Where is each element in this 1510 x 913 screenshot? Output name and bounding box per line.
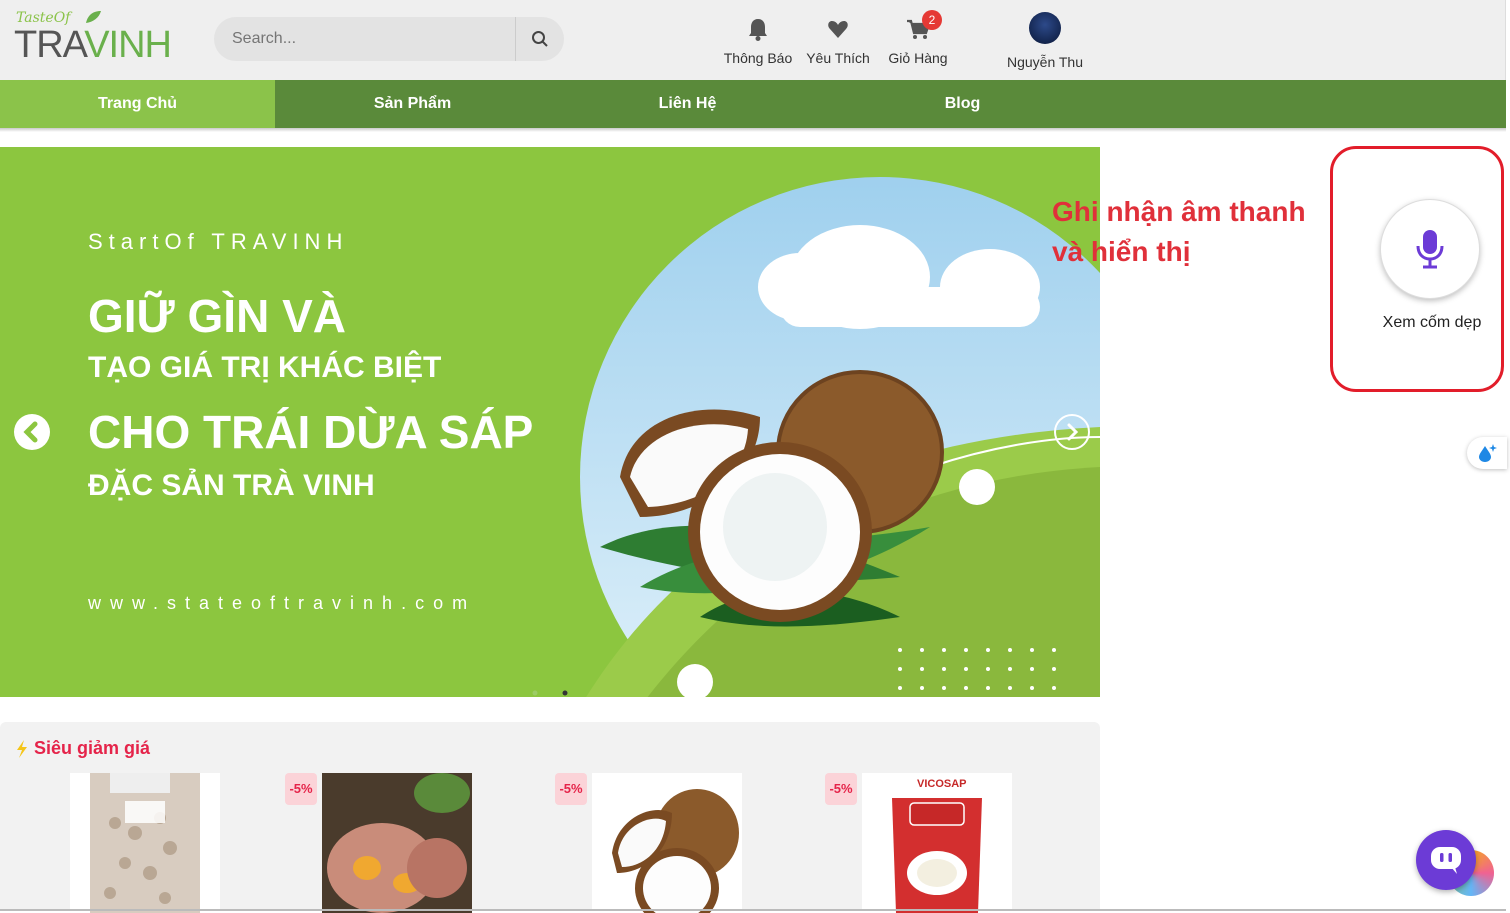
voice-search-button[interactable]: [1380, 199, 1480, 299]
flash-sale-section: Siêu giảm giá -5% -5% -5% VICOSAP: [0, 722, 1100, 913]
carousel-dots[interactable]: [530, 689, 570, 697]
banner-brand: StartOf TRAVINH: [88, 229, 349, 254]
logo-main-text: TRAVINH: [14, 24, 172, 67]
product-image-coconut: [592, 773, 742, 913]
chat-bubble-icon: [1431, 847, 1461, 874]
nav-item-contact[interactable]: Liên Hệ: [550, 80, 825, 128]
carousel-next-button[interactable]: [1054, 414, 1090, 450]
avatar: [1029, 12, 1061, 44]
chevron-right-icon: [1067, 423, 1079, 441]
side-widget-button[interactable]: [1467, 437, 1507, 469]
chevron-left-icon: [23, 421, 38, 443]
search-icon: [532, 31, 548, 47]
user-menu[interactable]: Nguyễn Thu: [1000, 12, 1090, 70]
annotation-line-2: và hiển thị: [1052, 236, 1191, 267]
carousel-prev-button[interactable]: [14, 414, 50, 450]
product-card[interactable]: VICOSAP: [862, 773, 1012, 913]
product-brand-text: VICOSAP: [917, 778, 967, 790]
notifications-button[interactable]: Thông Báo: [722, 16, 794, 66]
leaf-icon: [86, 11, 101, 23]
logo-tra: TRA: [14, 24, 85, 66]
product-image-com-dep: [90, 773, 200, 913]
voice-transcript: Xem cốm dẹp: [1382, 314, 1482, 331]
banner-heading-4: ĐẶC SẢN TRÀ VINH: [88, 469, 375, 502]
banner-heading-2: TẠO GIÁ TRỊ KHÁC BIỆT: [88, 351, 442, 384]
nav-shadow: [0, 128, 1506, 132]
lightning-icon: [17, 739, 27, 758]
user-name: Nguyễn Thu: [1006, 54, 1083, 70]
favorites-button[interactable]: Yêu Thích: [803, 16, 873, 66]
heart-icon: [828, 21, 848, 38]
logo-vinh: VINH: [84, 24, 172, 66]
cart-button[interactable]: 2 Giỏ Hàng: [884, 10, 952, 66]
site-header: TasteOf TRAVINH Thông Báo Yêu Thích 2 Gi…: [0, 0, 1506, 80]
site-logo[interactable]: TasteOf TRAVINH: [14, 10, 184, 66]
annotation-note: Ghi nhận âm thanh và hiển thị: [1052, 192, 1306, 272]
hero-banner: StartOf TRAVINH GIỮ GÌN VÀ TẠO GIÁ TRỊ K…: [0, 147, 1100, 697]
favorites-label: Yêu Thích: [806, 50, 870, 66]
bell-icon: [749, 19, 767, 41]
discount-badge: -5%: [825, 773, 857, 805]
product-card[interactable]: [322, 773, 472, 913]
water-drop-icon: [1479, 444, 1497, 462]
discount-badge: -5%: [555, 773, 587, 805]
product-image-vicosap: [862, 773, 1012, 913]
product-card[interactable]: [70, 773, 220, 913]
banner-heading-3: CHO TRÁI DỪA SÁP: [88, 406, 534, 458]
flash-sale-title: Siêu giảm giá: [16, 738, 150, 759]
nav-item-blog[interactable]: Blog: [825, 80, 1100, 128]
discount-badge: -5%: [285, 773, 317, 805]
cart-label: Giỏ Hàng: [888, 50, 948, 66]
banner-url: www.stateoftravinh.com: [88, 593, 477, 613]
annotation-line-1: Ghi nhận âm thanh: [1052, 196, 1306, 227]
product-card[interactable]: [592, 773, 742, 913]
search-button[interactable]: [516, 17, 564, 61]
search-input[interactable]: [214, 17, 514, 61]
search-bar: [214, 17, 564, 61]
notifications-label: Thông Báo: [723, 50, 793, 66]
nav-item-products[interactable]: Sản Phẩm: [275, 80, 550, 128]
chat-button[interactable]: [1416, 830, 1476, 890]
banner-heading-1: GIỮ GÌN VÀ: [88, 290, 346, 342]
nav-item-home[interactable]: Trang Chủ: [0, 80, 275, 128]
flash-sale-label: Siêu giảm giá: [34, 738, 151, 758]
cart-count-badge: 2: [922, 10, 942, 30]
product-image-sausage: [322, 773, 472, 913]
microphone-icon: [1416, 230, 1444, 269]
main-nav: Trang Chủ Sản Phẩm Liên Hệ Blog: [0, 80, 1506, 128]
